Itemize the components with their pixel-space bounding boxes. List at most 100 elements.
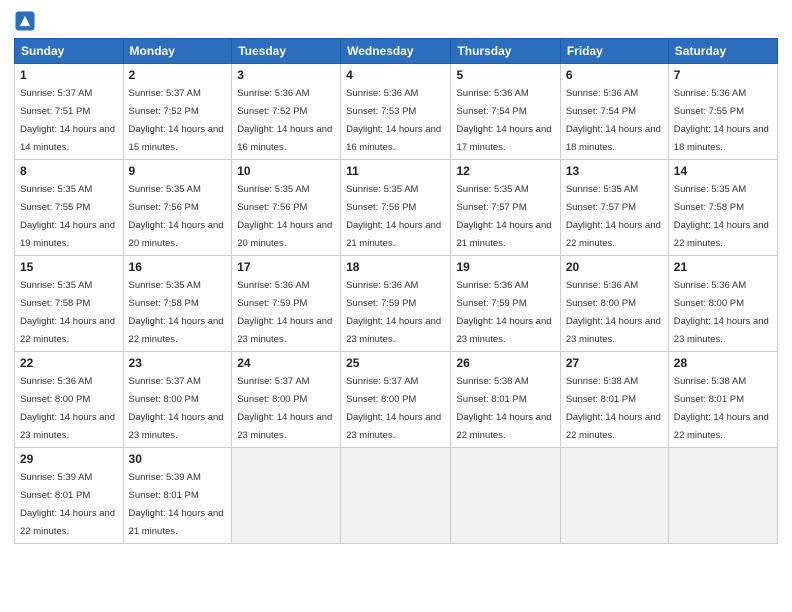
calendar-day-cell: 10 Sunrise: 5:35 AMSunset: 7:56 PMDaylig… <box>232 160 341 256</box>
day-number: 17 <box>237 260 335 274</box>
calendar-day-cell: 19 Sunrise: 5:36 AMSunset: 7:59 PMDaylig… <box>451 256 560 352</box>
day-number: 22 <box>20 356 118 370</box>
calendar-day-cell: 9 Sunrise: 5:35 AMSunset: 7:56 PMDayligh… <box>123 160 232 256</box>
day-number: 4 <box>346 68 445 82</box>
calendar-header-cell: Wednesday <box>341 39 451 64</box>
calendar-header-cell: Saturday <box>668 39 777 64</box>
day-info: Sunrise: 5:36 AMSunset: 8:00 PMDaylight:… <box>566 280 661 345</box>
page: SundayMondayTuesdayWednesdayThursdayFrid… <box>0 0 792 612</box>
day-info: Sunrise: 5:36 AMSunset: 7:54 PMDaylight:… <box>566 88 661 153</box>
day-number: 15 <box>20 260 118 274</box>
calendar-day-cell: 18 Sunrise: 5:36 AMSunset: 7:59 PMDaylig… <box>341 256 451 352</box>
calendar-day-cell: 5 Sunrise: 5:36 AMSunset: 7:54 PMDayligh… <box>451 64 560 160</box>
calendar-day-cell: 14 Sunrise: 5:35 AMSunset: 7:58 PMDaylig… <box>668 160 777 256</box>
day-number: 30 <box>129 452 227 466</box>
day-info: Sunrise: 5:37 AMSunset: 8:00 PMDaylight:… <box>346 376 441 441</box>
calendar-header-cell: Monday <box>123 39 232 64</box>
calendar-day-cell: 4 Sunrise: 5:36 AMSunset: 7:53 PMDayligh… <box>341 64 451 160</box>
day-info: Sunrise: 5:35 AMSunset: 7:57 PMDaylight:… <box>566 184 661 249</box>
day-number: 28 <box>674 356 772 370</box>
day-number: 5 <box>456 68 554 82</box>
day-number: 23 <box>129 356 227 370</box>
day-number: 13 <box>566 164 663 178</box>
calendar-day-cell: 6 Sunrise: 5:36 AMSunset: 7:54 PMDayligh… <box>560 64 668 160</box>
day-number: 14 <box>674 164 772 178</box>
header <box>14 10 778 32</box>
day-info: Sunrise: 5:35 AMSunset: 7:57 PMDaylight:… <box>456 184 551 249</box>
calendar-week-row: 29 Sunrise: 5:39 AMSunset: 8:01 PMDaylig… <box>15 448 778 544</box>
day-info: Sunrise: 5:36 AMSunset: 7:53 PMDaylight:… <box>346 88 441 153</box>
day-info: Sunrise: 5:36 AMSunset: 7:59 PMDaylight:… <box>237 280 332 345</box>
day-number: 18 <box>346 260 445 274</box>
calendar-header-cell: Thursday <box>451 39 560 64</box>
day-number: 3 <box>237 68 335 82</box>
calendar-header-cell: Friday <box>560 39 668 64</box>
calendar-day-cell: 24 Sunrise: 5:37 AMSunset: 8:00 PMDaylig… <box>232 352 341 448</box>
day-number: 8 <box>20 164 118 178</box>
day-info: Sunrise: 5:35 AMSunset: 7:56 PMDaylight:… <box>129 184 224 249</box>
day-number: 1 <box>20 68 118 82</box>
calendar-day-cell <box>668 448 777 544</box>
day-info: Sunrise: 5:35 AMSunset: 7:58 PMDaylight:… <box>20 280 115 345</box>
day-info: Sunrise: 5:35 AMSunset: 7:56 PMDaylight:… <box>346 184 441 249</box>
calendar-week-row: 1 Sunrise: 5:37 AMSunset: 7:51 PMDayligh… <box>15 64 778 160</box>
day-info: Sunrise: 5:39 AMSunset: 8:01 PMDaylight:… <box>20 472 115 537</box>
calendar-day-cell: 23 Sunrise: 5:37 AMSunset: 8:00 PMDaylig… <box>123 352 232 448</box>
calendar-day-cell: 27 Sunrise: 5:38 AMSunset: 8:01 PMDaylig… <box>560 352 668 448</box>
day-info: Sunrise: 5:35 AMSunset: 7:58 PMDaylight:… <box>674 184 769 249</box>
calendar-day-cell: 12 Sunrise: 5:35 AMSunset: 7:57 PMDaylig… <box>451 160 560 256</box>
calendar-day-cell: 21 Sunrise: 5:36 AMSunset: 8:00 PMDaylig… <box>668 256 777 352</box>
calendar-week-row: 15 Sunrise: 5:35 AMSunset: 7:58 PMDaylig… <box>15 256 778 352</box>
day-info: Sunrise: 5:37 AMSunset: 7:51 PMDaylight:… <box>20 88 115 153</box>
day-info: Sunrise: 5:35 AMSunset: 7:56 PMDaylight:… <box>237 184 332 249</box>
calendar-day-cell: 30 Sunrise: 5:39 AMSunset: 8:01 PMDaylig… <box>123 448 232 544</box>
calendar-day-cell: 29 Sunrise: 5:39 AMSunset: 8:01 PMDaylig… <box>15 448 124 544</box>
calendar-header-row: SundayMondayTuesdayWednesdayThursdayFrid… <box>15 39 778 64</box>
day-number: 7 <box>674 68 772 82</box>
day-number: 6 <box>566 68 663 82</box>
calendar-day-cell: 16 Sunrise: 5:35 AMSunset: 7:58 PMDaylig… <box>123 256 232 352</box>
day-info: Sunrise: 5:37 AMSunset: 8:00 PMDaylight:… <box>237 376 332 441</box>
calendar-day-cell: 26 Sunrise: 5:38 AMSunset: 8:01 PMDaylig… <box>451 352 560 448</box>
calendar-day-cell: 7 Sunrise: 5:36 AMSunset: 7:55 PMDayligh… <box>668 64 777 160</box>
day-info: Sunrise: 5:35 AMSunset: 7:55 PMDaylight:… <box>20 184 115 249</box>
day-info: Sunrise: 5:35 AMSunset: 7:58 PMDaylight:… <box>129 280 224 345</box>
day-info: Sunrise: 5:38 AMSunset: 8:01 PMDaylight:… <box>674 376 769 441</box>
calendar-day-cell <box>451 448 560 544</box>
calendar-day-cell: 2 Sunrise: 5:37 AMSunset: 7:52 PMDayligh… <box>123 64 232 160</box>
day-info: Sunrise: 5:36 AMSunset: 8:00 PMDaylight:… <box>20 376 115 441</box>
calendar-day-cell <box>341 448 451 544</box>
day-info: Sunrise: 5:36 AMSunset: 8:00 PMDaylight:… <box>674 280 769 345</box>
calendar-day-cell: 25 Sunrise: 5:37 AMSunset: 8:00 PMDaylig… <box>341 352 451 448</box>
day-number: 26 <box>456 356 554 370</box>
calendar-day-cell: 8 Sunrise: 5:35 AMSunset: 7:55 PMDayligh… <box>15 160 124 256</box>
calendar-header-cell: Tuesday <box>232 39 341 64</box>
calendar-day-cell <box>560 448 668 544</box>
day-info: Sunrise: 5:36 AMSunset: 7:59 PMDaylight:… <box>456 280 551 345</box>
day-info: Sunrise: 5:36 AMSunset: 7:59 PMDaylight:… <box>346 280 441 345</box>
logo-icon <box>14 10 36 32</box>
day-number: 10 <box>237 164 335 178</box>
calendar-week-row: 8 Sunrise: 5:35 AMSunset: 7:55 PMDayligh… <box>15 160 778 256</box>
day-number: 12 <box>456 164 554 178</box>
calendar: SundayMondayTuesdayWednesdayThursdayFrid… <box>14 38 778 544</box>
day-info: Sunrise: 5:36 AMSunset: 7:55 PMDaylight:… <box>674 88 769 153</box>
day-number: 20 <box>566 260 663 274</box>
calendar-week-row: 22 Sunrise: 5:36 AMSunset: 8:00 PMDaylig… <box>15 352 778 448</box>
day-number: 19 <box>456 260 554 274</box>
day-number: 11 <box>346 164 445 178</box>
calendar-day-cell: 13 Sunrise: 5:35 AMSunset: 7:57 PMDaylig… <box>560 160 668 256</box>
day-info: Sunrise: 5:36 AMSunset: 7:54 PMDaylight:… <box>456 88 551 153</box>
day-number: 29 <box>20 452 118 466</box>
day-info: Sunrise: 5:38 AMSunset: 8:01 PMDaylight:… <box>566 376 661 441</box>
day-number: 24 <box>237 356 335 370</box>
day-info: Sunrise: 5:39 AMSunset: 8:01 PMDaylight:… <box>129 472 224 537</box>
day-number: 9 <box>129 164 227 178</box>
calendar-day-cell: 20 Sunrise: 5:36 AMSunset: 8:00 PMDaylig… <box>560 256 668 352</box>
day-info: Sunrise: 5:37 AMSunset: 8:00 PMDaylight:… <box>129 376 224 441</box>
day-number: 2 <box>129 68 227 82</box>
calendar-day-cell: 1 Sunrise: 5:37 AMSunset: 7:51 PMDayligh… <box>15 64 124 160</box>
day-info: Sunrise: 5:36 AMSunset: 7:52 PMDaylight:… <box>237 88 332 153</box>
logo <box>14 10 40 32</box>
calendar-day-cell: 22 Sunrise: 5:36 AMSunset: 8:00 PMDaylig… <box>15 352 124 448</box>
